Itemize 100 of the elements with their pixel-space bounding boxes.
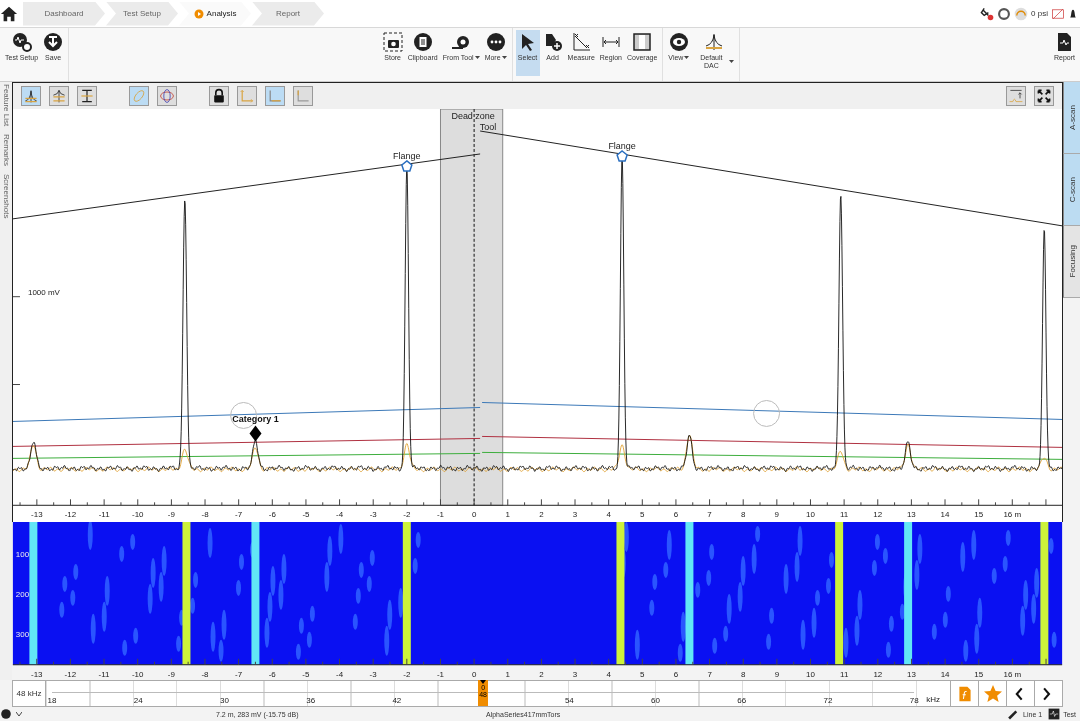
crosshair-ellipse-icon: [159, 87, 175, 104]
dead-zone-label: Tool: [479, 121, 497, 132]
camera-icon: [382, 32, 403, 52]
axis-tick-label: -7: [235, 510, 243, 520]
axis-tick-label: -1: [436, 510, 445, 520]
plot-tool-button[interactable]: [1034, 85, 1054, 106]
category-label: Category 1: [232, 414, 279, 425]
axis-tick-label: 12: [873, 510, 883, 520]
axis-tick-label: -13: [31, 510, 43, 520]
save-icon: [43, 32, 64, 52]
axis-tick-label: 7: [707, 510, 712, 520]
axis-tick-label: 3: [572, 670, 578, 679]
scale-tick-label: 78: [909, 696, 919, 705]
scale-tick-label: 66: [737, 696, 747, 705]
lock-icon: [211, 87, 227, 104]
axis-tick-label: -8: [201, 670, 209, 679]
unit-label: kHz: [926, 695, 940, 704]
flange-label: Flange: [608, 140, 636, 151]
axis-tick-label: 6: [673, 670, 679, 679]
axis-tick-label: 300: [15, 630, 30, 640]
axis-tick-label: -5: [302, 670, 310, 679]
axes-icon: [239, 87, 255, 104]
view-tab[interactable]: A-scan: [1063, 82, 1080, 154]
scale-tick-label: 30: [220, 696, 229, 705]
axis-tick-label: 100: [15, 550, 30, 560]
breadcrumb-tab[interactable]: Analysis: [179, 1, 251, 26]
waveform-gear-icon: [11, 32, 32, 52]
axis-tick-label: -12: [64, 510, 77, 520]
view-tab[interactable]: Focusing: [1063, 226, 1080, 298]
axis-tick-label: 14: [940, 510, 950, 520]
flange-marker-icon[interactable]: [401, 159, 413, 172]
axis-tick-label: 1: [505, 510, 510, 520]
axis-tick-label: 2: [539, 510, 544, 520]
axis-tick-label: -8: [201, 510, 209, 520]
eye-icon: [668, 32, 689, 52]
coverage-icon: [632, 32, 653, 52]
axis-tick-label: -3: [369, 510, 377, 520]
axis-tick-label: -5: [302, 510, 310, 520]
caret-icon[interactable]: [16, 712, 22, 716]
axis-tick-label: -9: [167, 510, 175, 520]
axis-tick-label: 4: [606, 510, 611, 520]
scale-tick-label: 60: [651, 696, 660, 705]
axis-tick-label: -11: [98, 670, 110, 679]
axis-tick-label: -4: [336, 670, 344, 679]
plot-tool-button[interactable]: [209, 85, 229, 106]
axis-tick-label: 16 m: [1003, 510, 1022, 520]
scale-tick-label: 18: [47, 696, 57, 705]
plot-tool-button[interactable]: [21, 85, 41, 106]
more-icon: [485, 32, 506, 52]
axis-tick-label: -3: [369, 670, 377, 679]
axis-tick-label: -9: [167, 670, 175, 679]
axis-tick-label: -10: [131, 670, 144, 679]
dac-peak-icon: [51, 87, 67, 104]
axis-tick-label: 0: [471, 670, 477, 679]
axis-tick-label: 7: [707, 670, 712, 679]
clipboard-icon: [412, 32, 433, 52]
axis-tick-label: -13: [31, 670, 43, 679]
axis-tick-label: -6: [268, 670, 276, 679]
axis-tick-label: -11: [98, 510, 110, 520]
axis-tick-label: 15: [974, 510, 984, 520]
breadcrumb-tab[interactable]: Test Setup: [106, 1, 178, 26]
frequency-readout: 48 kHz: [13, 681, 46, 706]
axis-tick-label: 9: [774, 670, 780, 679]
probe-icon: [0, 708, 12, 720]
axis-tick-label: 14: [940, 670, 950, 679]
breadcrumb-tab[interactable]: Dashboard: [23, 1, 105, 26]
axis-tick-label: -6: [268, 510, 276, 520]
side-tab[interactable]: Feature List: [0, 84, 12, 127]
axis-tick-label: -2: [403, 670, 411, 679]
axis-tick-label: 13: [906, 510, 916, 520]
view-tab[interactable]: C-scan: [1063, 154, 1080, 226]
category-marker-icon[interactable]: [249, 425, 262, 442]
axis-tick-label: 5: [640, 670, 645, 679]
scale-tick-label: 54: [564, 696, 574, 705]
axis-tick-label: 10: [806, 670, 815, 679]
marker-circle: [753, 399, 781, 427]
star-icon: [982, 683, 1003, 704]
crossed-square-icon: [1051, 6, 1065, 21]
measure-angle-icon: [571, 32, 592, 52]
triangle-icon: [480, 680, 487, 684]
axis-tick-label: 2: [539, 670, 544, 679]
flange-marker-icon[interactable]: [616, 149, 628, 162]
plot-tool-button[interactable]: [77, 85, 97, 106]
breadcrumb-tab[interactable]: Report: [252, 1, 324, 26]
expand-icon: [1036, 87, 1052, 104]
axis-tick-label: 4: [606, 670, 611, 679]
scale-tick-label: 24: [133, 696, 143, 705]
axis-tick-label: 12: [873, 670, 883, 679]
axis-tick-label: -12: [64, 670, 77, 679]
peak-arrow-icon: [1008, 87, 1024, 104]
axis-tick-label: -10: [132, 510, 144, 520]
axis-tick-label: 0: [471, 510, 477, 520]
side-tab[interactable]: Remarks: [0, 134, 12, 167]
play-icon: [193, 8, 204, 19]
axis-tick-label: -7: [235, 670, 243, 679]
scale-tick-label: 42: [392, 696, 402, 705]
gauge-icon: [1014, 6, 1029, 21]
axis-tick-label: 8: [741, 670, 746, 679]
pressure-reading: 0 psi: [1031, 9, 1048, 18]
side-tab[interactable]: Screenshots: [0, 174, 12, 219]
